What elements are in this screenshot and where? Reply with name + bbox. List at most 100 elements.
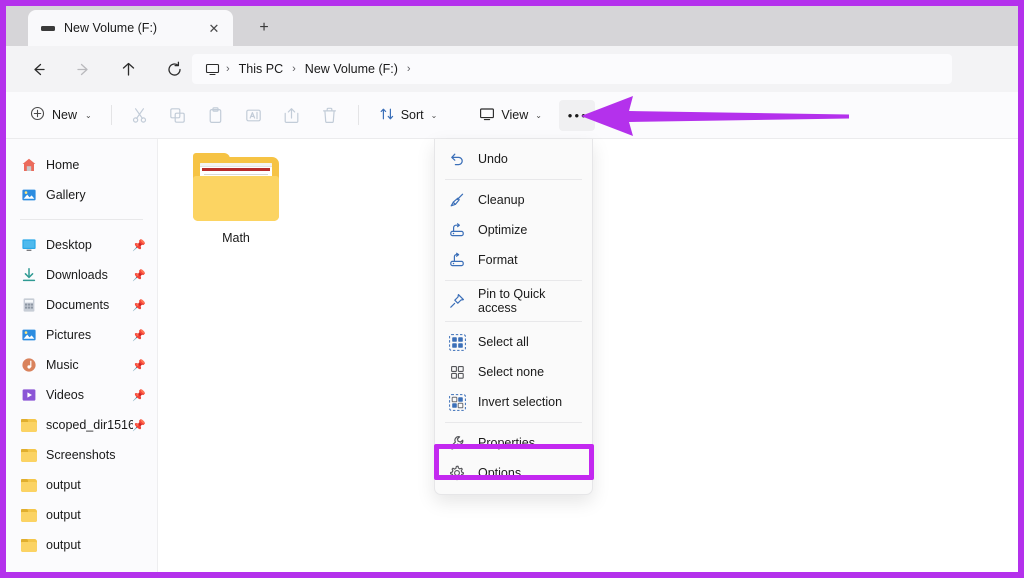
navigation-pane[interactable]: Home Gallery Desktop 📌 Downloads 📌 Docum… — [6, 139, 158, 572]
menu-item-label: Invert selection — [478, 395, 563, 409]
pin-icon[interactable]: 📌 — [132, 359, 146, 372]
menu-item-pin-to-quick-access[interactable]: Pin to Quick access — [438, 286, 589, 316]
sidebar-item-gallery[interactable]: Gallery — [12, 180, 151, 210]
menu-item-label: Pin to Quick access — [478, 287, 546, 315]
select-all-icon — [448, 333, 466, 351]
view-icon — [479, 106, 495, 125]
sidebar-item-output-1[interactable]: output — [12, 470, 151, 500]
sidebar-item-downloads[interactable]: Downloads 📌 — [12, 260, 151, 290]
tab-label: New Volume (F:) — [64, 21, 158, 35]
share-icon[interactable] — [273, 99, 311, 131]
home-icon — [20, 157, 37, 174]
file-item-math[interactable]: Math — [181, 147, 291, 265]
pin-icon — [448, 292, 466, 310]
menu-item-label: Cleanup — [478, 193, 525, 207]
menu-separator — [445, 179, 582, 180]
rename-icon[interactable] — [235, 99, 273, 131]
sidebar-item-label: Downloads — [46, 268, 108, 282]
menu-item-invert-selection[interactable]: Invert selection — [438, 387, 589, 417]
breadcrumb-this-pc[interactable]: This PC — [232, 60, 290, 78]
invert-selection-icon — [448, 393, 466, 411]
pin-icon[interactable]: 📌 — [132, 269, 146, 282]
menu-separator — [445, 422, 582, 423]
pictures-icon — [20, 327, 37, 344]
copy-icon[interactable] — [159, 99, 197, 131]
view-button[interactable]: View ⌄ — [470, 100, 551, 130]
cut-icon[interactable] — [121, 99, 159, 131]
sidebar-item-music[interactable]: Music 📌 — [12, 350, 151, 380]
address-bar[interactable]: › This PC › New Volume (F:) › — [192, 54, 952, 84]
menu-separator — [445, 280, 582, 281]
tab-bar: New Volume (F:) ✕ + — [6, 6, 1018, 46]
plus-circle-icon — [30, 106, 45, 124]
documents-icon — [20, 297, 37, 314]
refresh-icon[interactable] — [156, 53, 192, 85]
sidebar-item-label: Pictures — [46, 328, 92, 342]
sidebar-item-documents[interactable]: Documents 📌 — [12, 290, 151, 320]
new-button[interactable]: New ⌄ — [20, 100, 102, 130]
sidebar-item-scoped-dir[interactable]: scoped_dir1516( 📌 — [12, 410, 151, 440]
menu-separator — [445, 321, 582, 322]
breadcrumb-separator: › — [292, 63, 296, 75]
sidebar-item-home[interactable]: Home — [12, 150, 151, 180]
back-icon[interactable] — [20, 53, 56, 85]
menu-item-properties[interactable]: Properties — [438, 428, 589, 458]
close-icon[interactable]: ✕ — [203, 17, 225, 39]
sidebar-item-output-3[interactable]: output — [12, 530, 151, 560]
select-none-icon — [448, 363, 466, 381]
see-more-button[interactable]: ••• — [558, 99, 595, 131]
sidebar-item-pictures[interactable]: Pictures 📌 — [12, 320, 151, 350]
sidebar-item-desktop[interactable]: Desktop 📌 — [12, 230, 151, 260]
paste-icon[interactable] — [197, 99, 235, 131]
pin-icon[interactable]: 📌 — [132, 239, 146, 252]
menu-item-label: Properties — [478, 436, 535, 450]
breadcrumb-new-volume-f[interactable]: New Volume (F:) — [298, 60, 405, 78]
menu-item-select-none[interactable]: Select none — [438, 357, 589, 387]
sidebar-item-label: Music — [46, 358, 79, 372]
menu-item-format[interactable]: Format — [438, 245, 589, 275]
sidebar-item-screenshots[interactable]: Screenshots — [12, 440, 151, 470]
file-explorer-window: New Volume (F:) ✕ + › This PC › New Volu… — [0, 0, 1024, 578]
sidebar-item-label: output — [46, 508, 81, 522]
sidebar-item-label: Home — [46, 158, 80, 172]
sort-button[interactable]: Sort ⌄ — [370, 100, 447, 130]
chevron-down-icon: ⌄ — [535, 110, 542, 120]
videos-icon — [20, 387, 37, 404]
menu-item-options[interactable]: Options — [438, 458, 589, 488]
format-icon — [448, 251, 466, 269]
new-tab-button[interactable]: + — [249, 15, 279, 41]
music-icon — [20, 357, 37, 374]
this-pc-icon[interactable] — [200, 62, 224, 77]
file-item-label: Math — [222, 231, 250, 245]
menu-item-label: Options — [478, 466, 522, 480]
folder-with-document-icon — [193, 153, 279, 223]
pin-icon[interactable]: 📌 — [132, 389, 146, 402]
desktop-icon — [20, 237, 37, 254]
folder-icon — [20, 537, 37, 554]
menu-item-undo[interactable]: Undo — [438, 144, 589, 174]
sidebar-item-label: Documents — [46, 298, 110, 312]
tab-new-volume-f[interactable]: New Volume (F:) ✕ — [28, 10, 233, 46]
cleanup-icon — [448, 191, 466, 209]
menu-item-label: Undo — [478, 152, 508, 166]
pin-icon[interactable]: 📌 — [132, 419, 146, 432]
up-icon[interactable] — [110, 53, 146, 85]
forward-icon[interactable] — [65, 53, 101, 85]
sidebar-item-label: Screenshots — [46, 448, 116, 462]
sidebar-item-label: Videos — [46, 388, 84, 402]
properties-icon — [448, 434, 466, 452]
menu-item-label: Select none — [478, 365, 545, 379]
drive-icon — [40, 21, 55, 36]
chevron-down-icon: ⌄ — [85, 110, 92, 120]
sidebar-item-videos[interactable]: Videos 📌 — [12, 380, 151, 410]
pin-icon[interactable]: 📌 — [132, 329, 146, 342]
menu-item-label: Select all — [478, 335, 529, 349]
menu-item-cleanup[interactable]: Cleanup — [438, 185, 589, 215]
sidebar-item-output-2[interactable]: output — [12, 500, 151, 530]
see-more-context-menu[interactable]: Undo Cleanup Optimize Format Pin to Quic… — [434, 139, 593, 495]
pin-icon[interactable]: 📌 — [132, 299, 146, 312]
delete-icon[interactable] — [311, 99, 349, 131]
menu-item-select-all[interactable]: Select all — [438, 327, 589, 357]
folder-icon — [20, 447, 37, 464]
menu-item-optimize[interactable]: Optimize — [438, 215, 589, 245]
